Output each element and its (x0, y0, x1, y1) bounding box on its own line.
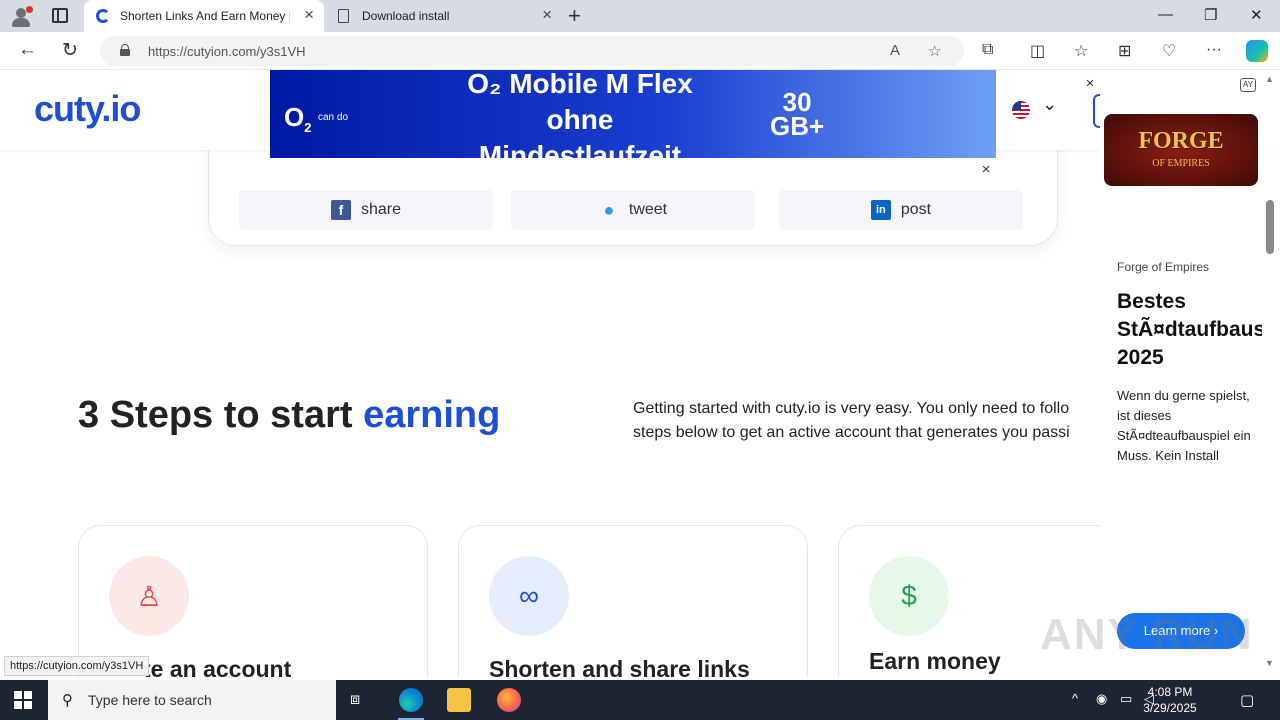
browser-essentials-icon[interactable]: ♡ (1162, 41, 1176, 61)
taskbar-search[interactable]: ⚲ Type here to search (48, 680, 336, 720)
cuty-favicon-icon (96, 9, 110, 23)
forge-side-ad[interactable]: × AY FORGE OF EMPIRES Forge of Empires B… (1080, 70, 1262, 678)
close-window-icon[interactable]: ✕ (1250, 6, 1263, 24)
tray-chevron-up-icon[interactable]: ^ (1072, 691, 1078, 706)
ad-headline: O₂ Mobile M Flex ohne Mindestlaufzeit (467, 70, 693, 158)
search-placeholder: Type here to search (88, 692, 212, 708)
taskbar-clock[interactable]: 4:08 PM 3/29/2025 (1140, 684, 1200, 716)
twitter-share-button[interactable]: ● tweet (511, 190, 755, 230)
favorite-star-icon[interactable]: ☆ (928, 42, 941, 60)
notifications-icon[interactable]: ▢ (1240, 691, 1254, 709)
money-icon: $ (869, 556, 949, 636)
read-aloud-icon[interactable]: A (890, 42, 900, 59)
collections-icon[interactable]: ⊞ (1118, 41, 1131, 61)
ad-tagline: can do (318, 112, 349, 123)
extensions-icon[interactable]: ⧉ (982, 41, 993, 59)
windows-taskbar: ⚲ Type here to search ⧈ ^ ◉ ▭ ◁ 4:08 PM … (0, 680, 1280, 720)
forge-of-empires-logo: FORGE OF EMPIRES (1104, 114, 1258, 186)
facebook-icon: f (330, 200, 351, 220)
ad-data-amount: 30 GB+ (770, 87, 825, 141)
tab-label: Shorten Links And Earn Money | c (120, 9, 290, 23)
close-side-ad-icon[interactable]: × (1080, 74, 1100, 94)
search-icon: ⚲ (62, 692, 73, 709)
tab-download[interactable]: Download install × (326, 0, 562, 32)
lock-icon[interactable] (120, 44, 130, 56)
network-icon[interactable]: ▭ (1120, 691, 1132, 707)
o2-ad-banner[interactable]: O2 can do O₂ Mobile M Flex ohne Mindestl… (270, 70, 996, 158)
refresh-icon[interactable]: ↻ (62, 39, 78, 62)
more-menu-icon[interactable]: ··· (1206, 41, 1222, 59)
new-tab-icon[interactable]: + (568, 3, 581, 29)
profile-avatar-icon[interactable] (10, 6, 33, 28)
step-label: Earn money (869, 648, 1001, 674)
steps-heading: 3 Steps to start earning (78, 394, 501, 436)
minimize-icon[interactable]: — (1158, 6, 1173, 23)
back-icon[interactable]: ← (18, 39, 37, 61)
tab-label: Download install (362, 9, 450, 23)
tweet-label: tweet (628, 201, 668, 218)
linkedin-share-button[interactable]: in post (779, 190, 1023, 230)
close-tab-icon[interactable]: × (542, 6, 552, 23)
address-bar[interactable]: https://cutyion.com/y3s1VH A ☆ (100, 36, 964, 66)
us-flag-icon[interactable] (1012, 101, 1030, 119)
share-label: share (360, 201, 402, 218)
post-label: post (900, 201, 932, 218)
ad-text: Wenn du gerne spielst, ist dieses StÃ¤dt… (1117, 388, 1251, 463)
restore-icon[interactable]: ❐ (1204, 6, 1217, 24)
tab-actions-icon[interactable] (52, 8, 68, 23)
windows-start-icon[interactable] (14, 691, 32, 709)
status-bar-url: https://cutyion.com/y3s1VH (4, 656, 150, 676)
split-screen-icon[interactable]: ◫ (1030, 41, 1045, 61)
step-label: Shorten and share links (489, 656, 750, 678)
close-tab-icon[interactable]: × (304, 6, 314, 23)
browser-tab-bar: Shorten Links And Earn Money | c × Downl… (0, 0, 1280, 32)
step-label: te an account (143, 656, 292, 678)
ad-title[interactable]: Bestes StÃ¤dtaufbauspiel 2025 (1117, 288, 1262, 372)
favorites-icon[interactable]: ☆ (1074, 41, 1088, 61)
scroll-down-icon[interactable]: ▼ (1265, 658, 1274, 668)
adchoices-icon[interactable]: AY (1240, 78, 1256, 92)
step-card-shorten: ∞ Shorten and share links (458, 525, 808, 678)
firefox-icon[interactable] (497, 688, 521, 712)
link-icon: ∞ (489, 556, 569, 636)
file-explorer-icon[interactable] (447, 688, 471, 712)
chevron-down-icon[interactable]: ⌄ (1042, 94, 1057, 115)
tab-cuty[interactable]: Shorten Links And Earn Money | c × (84, 0, 324, 32)
scroll-thumb[interactable] (1266, 200, 1274, 254)
page-favicon-icon (338, 9, 349, 23)
scroll-up-icon[interactable]: ▲ (1265, 74, 1274, 84)
ad-source: Forge of Empires (1117, 260, 1210, 274)
linkedin-icon: in (870, 200, 891, 220)
copilot-icon[interactable] (1246, 40, 1268, 62)
url-text[interactable]: https://cutyion.com/y3s1VH (148, 44, 306, 59)
o2-logo: O2 (284, 102, 312, 136)
steps-description: Getting started with cuty.io is very eas… (633, 400, 1070, 441)
facebook-share-button[interactable]: f share (239, 190, 493, 230)
task-view-icon[interactable]: ⧈ (350, 691, 360, 709)
page-viewport: f share ● tweet in post cuty.io n ⌄ O2 c… (0, 70, 1262, 678)
add-user-icon: ♙ (109, 556, 189, 636)
page-scrollbar[interactable]: ▲ ▼ (1262, 70, 1280, 678)
anyrun-watermark: ANY RUN (1040, 610, 1254, 659)
edge-taskbar-icon[interactable] (399, 688, 423, 712)
close-ad-icon[interactable]: × (976, 160, 996, 180)
address-toolbar: ← ↻ https://cutyion.com/y3s1VH A ☆ ⧉ ◫ ☆… (0, 32, 1280, 70)
meet-now-icon[interactable]: ◉ (1096, 691, 1107, 707)
twitter-icon: ● (603, 200, 615, 220)
cuty-logo[interactable]: cuty.io (34, 88, 141, 130)
